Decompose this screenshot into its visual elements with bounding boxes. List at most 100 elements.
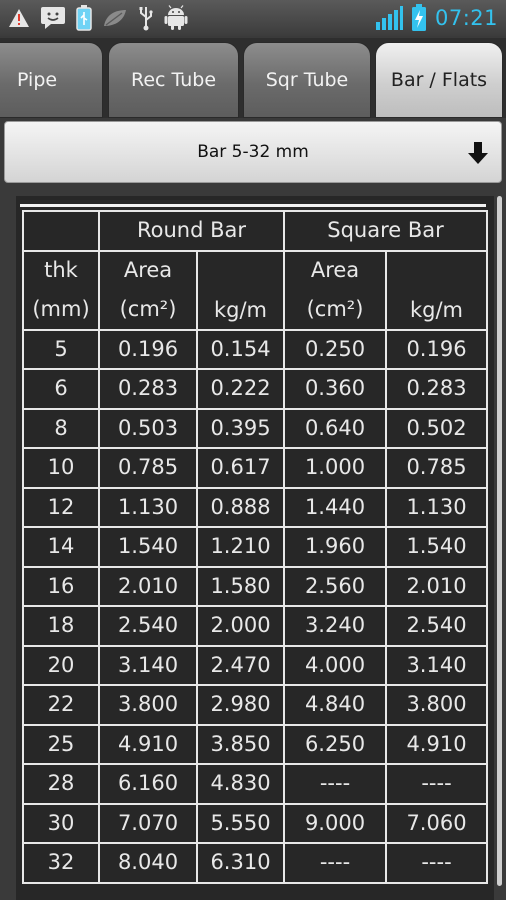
- battery-usb-icon: [76, 5, 92, 31]
- table-cell: 28: [22, 763, 100, 805]
- table-cell: 0.154: [196, 328, 285, 370]
- table-cell: 0.196: [385, 328, 488, 370]
- table-cell: 3.140: [98, 644, 198, 686]
- table-row: 32 8.040 6.310 ---- ----: [22, 842, 488, 884]
- col-header-round-area: Area: [98, 249, 198, 290]
- table-cell: 0.395: [196, 407, 285, 449]
- warning-icon: [8, 5, 30, 31]
- arrow-down-icon: [468, 142, 488, 164]
- table-cell: 0.502: [385, 407, 488, 449]
- tab-pipe[interactable]: Pipe: [0, 42, 103, 118]
- table-row: 6 0.283 0.222 0.360 0.283: [22, 368, 488, 410]
- col-header-thk-unit: (mm): [22, 290, 100, 331]
- table-row: 30 7.070 5.550 9.000 7.060: [22, 802, 488, 844]
- size-range-dropdown[interactable]: Bar 5-32 mm: [4, 121, 502, 183]
- bar-weight-table: Round Bar Square Bar thk Area kg/m Area …: [22, 210, 488, 884]
- table-cell: 1.580: [196, 565, 285, 607]
- table-cell: 0.283: [385, 368, 488, 410]
- table-cell: 2.470: [196, 644, 285, 686]
- table-cell: 32: [22, 842, 100, 884]
- table-header-empty: [22, 210, 100, 252]
- table-cell: 0.196: [98, 328, 198, 370]
- table-row: 16 2.010 1.580 2.560 2.010: [22, 565, 488, 607]
- table-cell: 2.540: [98, 605, 198, 647]
- table-cell: 8: [22, 407, 100, 449]
- signal-icon: [375, 5, 403, 31]
- col-header-round-area-unit: (cm²): [98, 290, 198, 331]
- table-row: 18 2.540 2.000 3.240 2.540: [22, 605, 488, 647]
- usb-icon: [138, 5, 154, 31]
- col-header-round-kgm: kg/m: [196, 249, 285, 331]
- tab-sqr-tube[interactable]: Sqr Tube: [243, 42, 371, 118]
- table-cell: 0.888: [196, 486, 285, 528]
- table-cell: 20: [22, 644, 100, 686]
- table-cell: 4.830: [196, 763, 285, 805]
- table-cell: 2.560: [283, 565, 387, 607]
- table-row: 20 3.140 2.470 4.000 3.140: [22, 644, 488, 686]
- table-column-header-row-1: thk Area kg/m Area kg/m: [22, 249, 488, 331]
- col-header-square-area-unit: (cm²): [283, 290, 387, 331]
- table-cell: 0.617: [196, 447, 285, 489]
- table-cell: 6: [22, 368, 100, 410]
- table-cell: ----: [283, 763, 387, 805]
- panel-divider: [20, 204, 486, 207]
- tab-bar-flats[interactable]: Bar / Flats: [375, 42, 503, 118]
- table-cell: 12: [22, 486, 100, 528]
- table-cell: 3.800: [385, 684, 488, 726]
- table-cell: 0.283: [98, 368, 198, 410]
- leaf-icon: [102, 5, 128, 31]
- table-cell: 0.640: [283, 407, 387, 449]
- tab-bar: Pipe Rec Tube Sqr Tube Bar / Flats: [0, 38, 506, 118]
- table-cell: 2.540: [385, 605, 488, 647]
- table-cell: 7.070: [98, 802, 198, 844]
- table-cell: 3.140: [385, 644, 488, 686]
- table-group-header-row: Round Bar Square Bar: [22, 210, 488, 252]
- table-cell: 3.850: [196, 723, 285, 765]
- table-cell: ----: [385, 763, 488, 805]
- dropdown-selected-value: Bar 5-32 mm: [197, 142, 309, 162]
- table-cell: 14: [22, 526, 100, 568]
- table-cell: 0.785: [385, 447, 488, 489]
- results-panel[interactable]: Round Bar Square Bar thk Area kg/m Area …: [16, 196, 494, 900]
- col-header-square-kgm: kg/m: [385, 249, 488, 331]
- table-row: 5 0.196 0.154 0.250 0.196: [22, 328, 488, 370]
- battery-charging-icon: [411, 4, 427, 31]
- scrollbar[interactable]: [497, 196, 502, 886]
- table-cell: 9.000: [283, 802, 387, 844]
- group-header-square-bar: Square Bar: [283, 210, 488, 252]
- table-cell: 6.250: [283, 723, 387, 765]
- group-header-round-bar: Round Bar: [98, 210, 285, 252]
- table-row: 10 0.785 0.617 1.000 0.785: [22, 447, 488, 489]
- table-cell: 0.360: [283, 368, 387, 410]
- status-bar: 07:21: [0, 0, 506, 36]
- table-cell: 6.160: [98, 763, 198, 805]
- table-cell: 5.550: [196, 802, 285, 844]
- col-header-square-area: Area: [283, 249, 387, 290]
- col-header-thk: thk: [22, 249, 100, 290]
- table-cell: 4.910: [98, 723, 198, 765]
- table-cell: 5: [22, 328, 100, 370]
- table-cell: 1.130: [98, 486, 198, 528]
- table-cell: 16: [22, 565, 100, 607]
- table-cell: 18: [22, 605, 100, 647]
- table-cell: 8.040: [98, 842, 198, 884]
- table-cell: 4.910: [385, 723, 488, 765]
- table-cell: 7.060: [385, 802, 488, 844]
- table-cell: 3.800: [98, 684, 198, 726]
- table-cell: 1.960: [283, 526, 387, 568]
- table-cell: 3.240: [283, 605, 387, 647]
- table-row: 12 1.130 0.888 1.440 1.130: [22, 486, 488, 528]
- table-cell: 1.540: [98, 526, 198, 568]
- table-cell: 4.840: [283, 684, 387, 726]
- table-cell: 6.310: [196, 842, 285, 884]
- table-row: 14 1.540 1.210 1.960 1.540: [22, 526, 488, 568]
- table-cell: 4.000: [283, 644, 387, 686]
- android-icon: [164, 5, 188, 31]
- notification-icons: [8, 5, 188, 31]
- table-cell: 0.222: [196, 368, 285, 410]
- message-icon: [40, 5, 66, 31]
- table-cell: 22: [22, 684, 100, 726]
- system-icons: 07:21: [375, 4, 498, 31]
- table-cell: 1.210: [196, 526, 285, 568]
- tab-rec-tube[interactable]: Rec Tube: [108, 42, 239, 118]
